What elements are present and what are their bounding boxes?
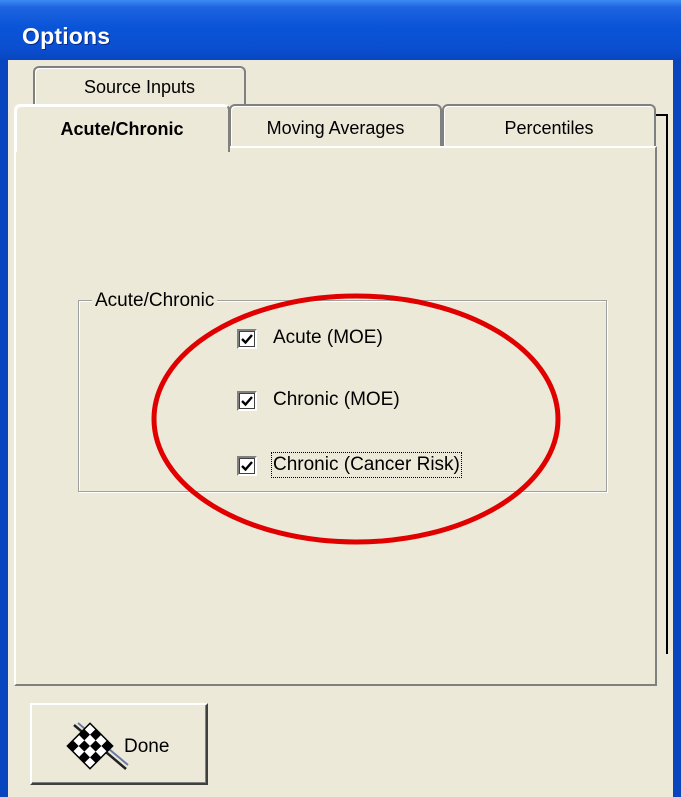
tab-panel-edge bbox=[656, 114, 668, 654]
checkbox-label[interactable]: Acute (MOE) bbox=[273, 327, 383, 349]
tab-source-inputs-label: Source Inputs bbox=[83, 77, 196, 97]
groupbox-label: Acute/Chronic bbox=[92, 290, 218, 312]
tab-source-inputs[interactable]: Source Inputs bbox=[33, 66, 246, 106]
checkered-flag-icon bbox=[66, 722, 129, 770]
tab-acute-chronic[interactable]: Acute/Chronic bbox=[14, 104, 230, 152]
tab-percentiles[interactable]: Percentiles bbox=[442, 104, 656, 148]
checkmark-icon bbox=[241, 396, 253, 407]
window-border-left bbox=[0, 60, 8, 797]
done-button[interactable]: Done bbox=[30, 703, 208, 785]
done-button-label: Done bbox=[124, 736, 170, 757]
checkmark-icon bbox=[241, 461, 253, 472]
checkmark-icon bbox=[241, 334, 253, 345]
options-window: Options Source Inputs Moving Averages Pe… bbox=[0, 0, 681, 797]
tab-moving-averages-label: Moving Averages bbox=[266, 118, 405, 138]
checkbox-label[interactable]: Chronic (Cancer Risk) bbox=[271, 452, 462, 478]
checkbox-label[interactable]: Chronic (MOE) bbox=[273, 389, 400, 411]
window-title: Options bbox=[22, 23, 111, 49]
tab-percentiles-label: Percentiles bbox=[504, 118, 594, 138]
tab-moving-averages[interactable]: Moving Averages bbox=[229, 104, 442, 148]
checkbox-box[interactable] bbox=[237, 329, 257, 349]
checkbox-box[interactable] bbox=[237, 391, 257, 411]
window-border-right bbox=[673, 60, 681, 797]
checkbox-box[interactable] bbox=[237, 456, 257, 476]
tab-acute-chronic-label: Acute/Chronic bbox=[60, 119, 184, 139]
title-bar[interactable]: Options bbox=[0, 0, 681, 60]
